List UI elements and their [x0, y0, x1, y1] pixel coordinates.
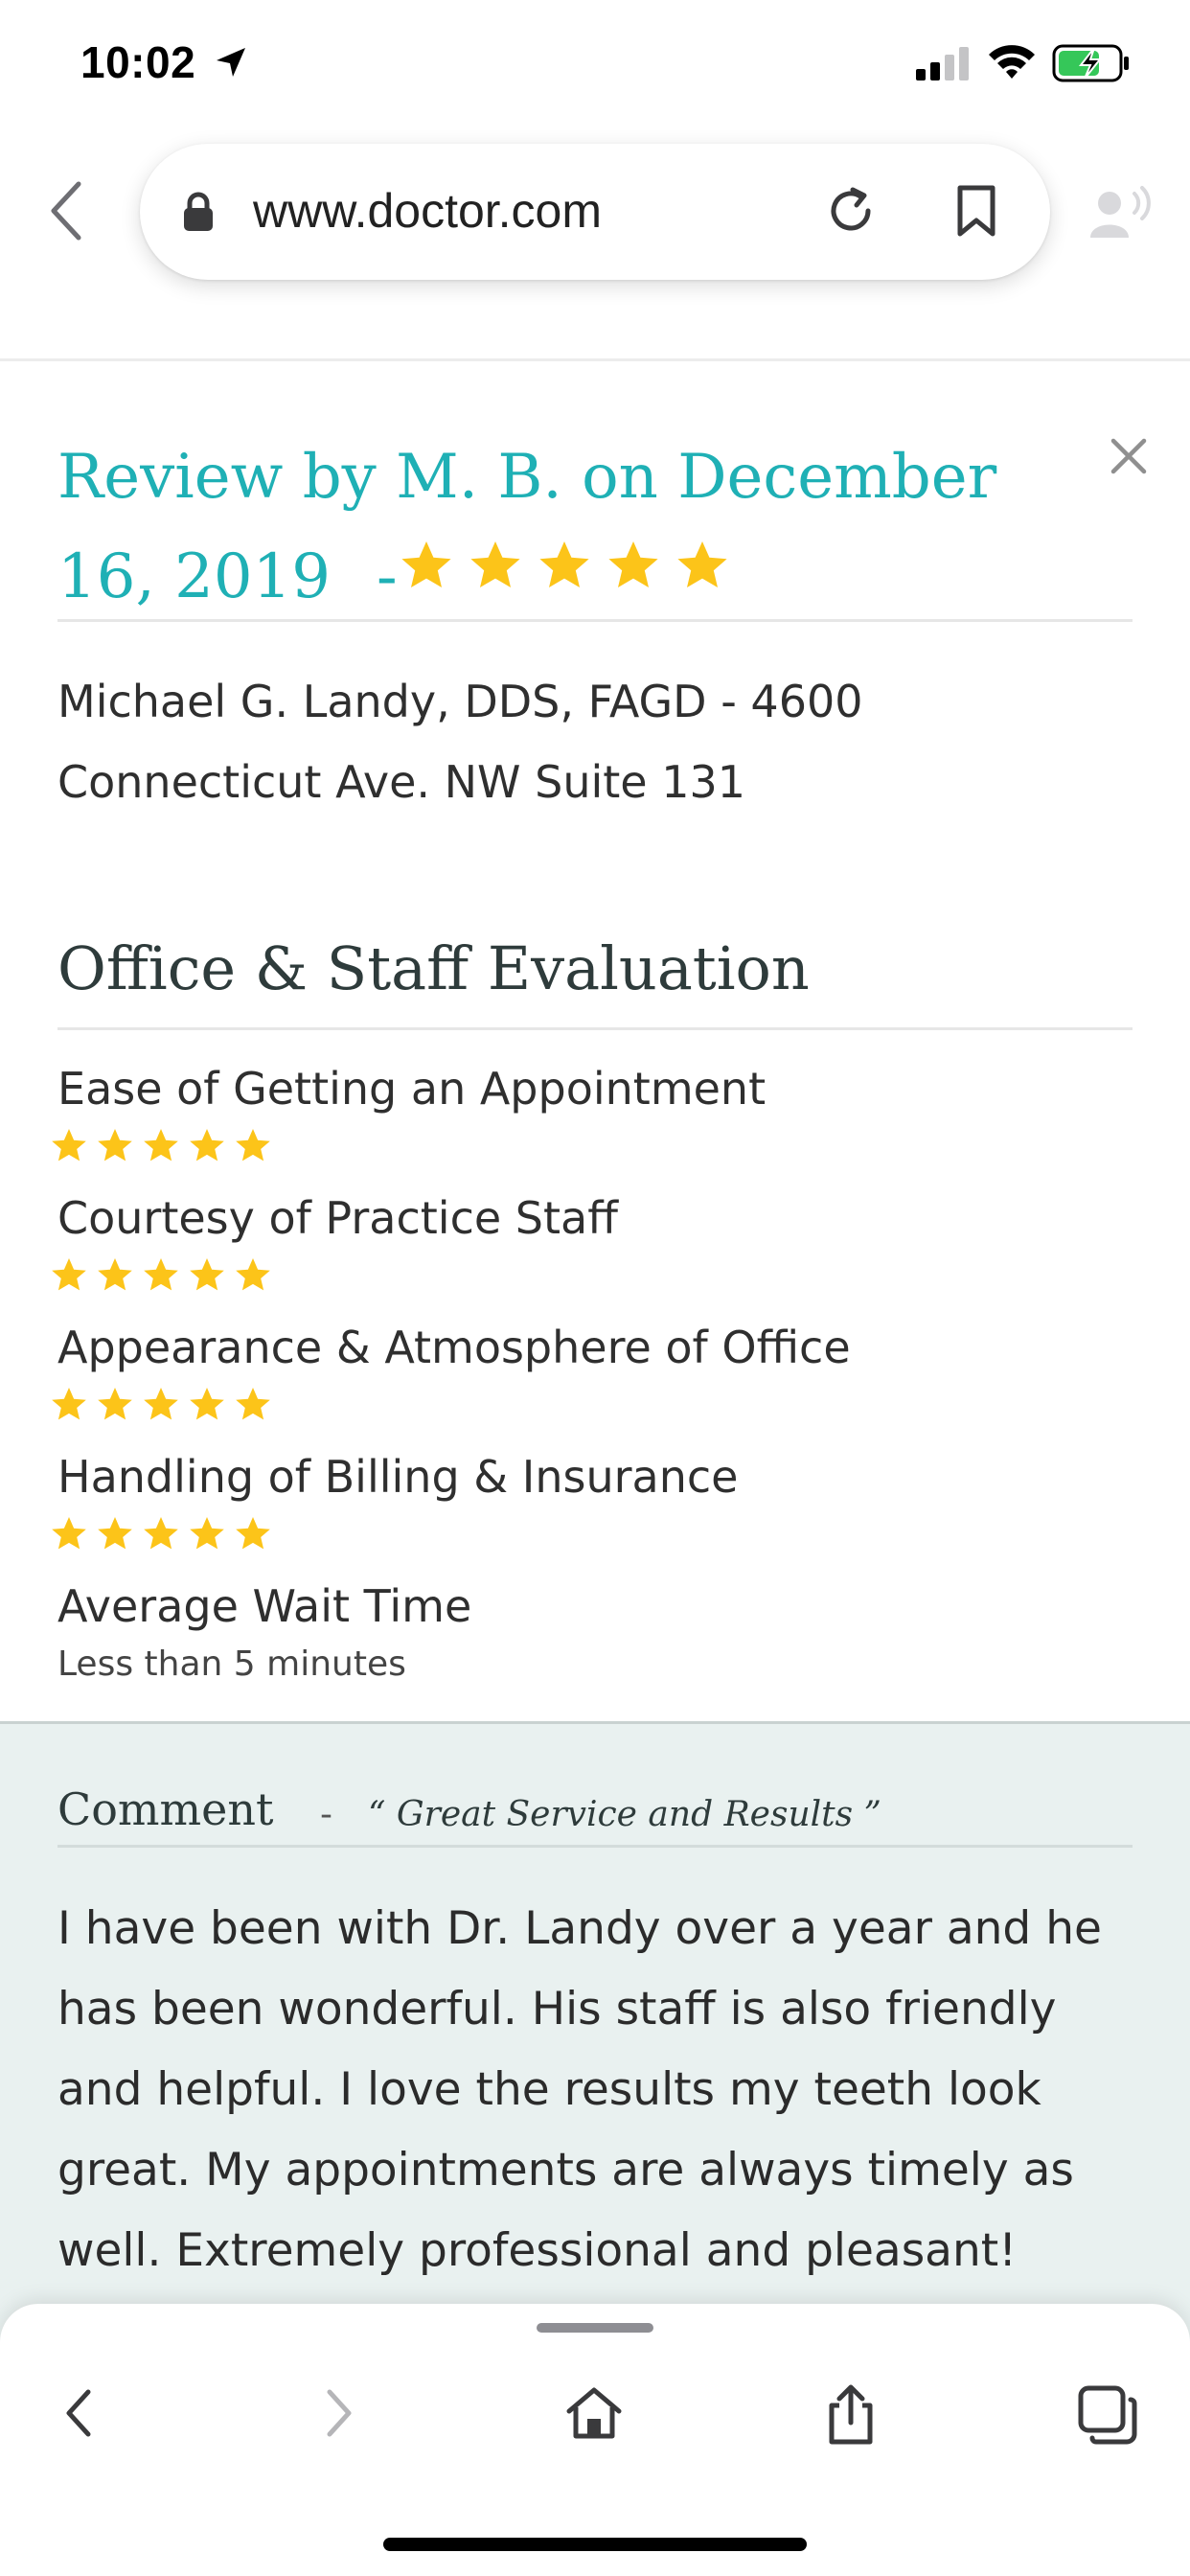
home-indicator[interactable] — [383, 2538, 807, 2551]
comment-body: I have been with Dr. Landy over a year a… — [57, 1902, 1102, 2277]
eval-item-billing: Handling of Billing & Insurance — [52, 1448, 739, 1559]
eval-item-label: Ease of Getting an Appointment — [57, 1063, 767, 1115]
comment-divider — [57, 1845, 1133, 1848]
lock-icon — [182, 192, 215, 236]
provider-name-address: Michael G. Landy, DDS, FAGD - 4600 Conne… — [57, 676, 863, 808]
cellular-signal-icon — [916, 46, 970, 80]
eval-item-appointment: Ease of Getting an Appointment — [52, 1060, 767, 1171]
browser-back-icon[interactable] — [46, 180, 86, 245]
tabs-icon[interactable] — [1077, 2384, 1138, 2450]
share-icon[interactable] — [824, 2384, 878, 2450]
bookmark-icon[interactable] — [952, 182, 1000, 243]
url-text[interactable]: www.doctor.com — [253, 182, 602, 240]
review-rating-stars — [399, 533, 740, 604]
toolbar-grabber[interactable] — [537, 2323, 653, 2333]
eval-item-stars — [52, 1258, 270, 1291]
comment-title: Comment — [57, 1783, 274, 1835]
comment-dash: - — [320, 1795, 332, 1834]
review-header-divider — [57, 619, 1133, 622]
comment-headline: “ Great Service and Results ” — [368, 1795, 881, 1834]
forward-arrow-icon[interactable] — [320, 2384, 358, 2446]
wait-time-label: Average Wait Time — [57, 1580, 472, 1632]
status-bar: 10:02 — [0, 0, 1190, 134]
status-time: 10:02 — [80, 37, 196, 87]
browser-toolbar — [0, 2304, 1190, 2576]
wifi-icon — [987, 42, 1037, 84]
battery-charging-icon — [1052, 44, 1131, 86]
location-arrow-icon — [215, 46, 247, 82]
page-top-divider — [0, 358, 1190, 361]
home-icon[interactable] — [563, 2384, 625, 2446]
evaluation-divider — [57, 1027, 1133, 1030]
eval-item-label: Courtesy of Practice Staff — [57, 1192, 618, 1244]
wait-time-value: Less than 5 minutes — [57, 1644, 406, 1684]
eval-item-label: Appearance & Atmosphere of Office — [57, 1322, 851, 1373]
address-bar[interactable]: www.doctor.com — [140, 144, 1050, 280]
eval-item-courtesy: Courtesy of Practice Staff — [52, 1189, 618, 1300]
eval-item-wait-time: Average Wait Time — [57, 1577, 471, 1635]
eval-item-stars — [52, 1129, 270, 1162]
eval-item-label: Handling of Billing & Insurance — [57, 1451, 739, 1503]
eval-item-appearance: Appearance & Atmosphere of Office — [52, 1319, 851, 1430]
reader-voice-icon[interactable] — [1087, 184, 1154, 245]
back-arrow-icon[interactable] — [59, 2384, 98, 2446]
review-title-dash: - — [377, 541, 398, 612]
reload-icon[interactable] — [822, 182, 880, 243]
evaluation-section-title: Office & Staff Evaluation — [57, 933, 810, 1003]
eval-item-stars — [52, 1388, 270, 1420]
close-icon[interactable] — [1110, 437, 1148, 479]
comment-section: Comment - “ Great Service and Results ” … — [0, 1721, 1190, 2344]
eval-item-stars — [52, 1517, 270, 1550]
